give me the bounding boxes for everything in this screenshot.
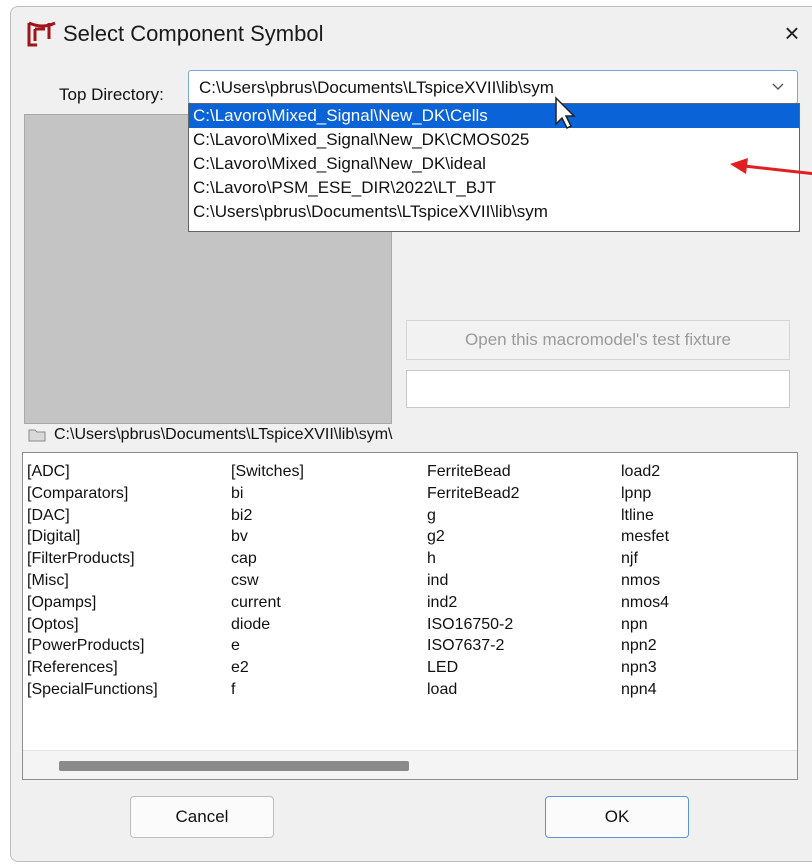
dropdown-option-cells[interactable]: C:\Lavoro\Mixed_Signal\New_DK\Cells xyxy=(189,104,799,128)
list-item[interactable]: [Misc] xyxy=(27,570,158,592)
list-item[interactable]: npn3 xyxy=(621,657,669,679)
list-item[interactable]: cap xyxy=(231,548,304,570)
close-icon[interactable]: × xyxy=(778,17,806,49)
list-item[interactable]: ind xyxy=(427,570,520,592)
file-list-column-2: [Switches] bi bi2 bv cap csw current dio… xyxy=(231,461,304,701)
file-list-column-3: FerriteBead FerriteBead2 g g2 h ind ind2… xyxy=(427,461,520,701)
list-item[interactable]: [SpecialFunctions] xyxy=(27,679,158,701)
ok-button[interactable]: OK xyxy=(545,796,689,838)
list-item[interactable]: g xyxy=(427,505,520,527)
list-item[interactable]: load xyxy=(427,679,520,701)
list-item[interactable]: diode xyxy=(231,614,304,636)
symbol-description-box xyxy=(406,370,790,408)
current-path: C:\Users\pbrus\Documents\LTspiceXVII\lib… xyxy=(28,426,392,444)
list-item[interactable]: npn2 xyxy=(621,635,669,657)
list-item[interactable]: [Optos] xyxy=(27,614,158,636)
top-directory-select[interactable]: C:\Users\pbrus\Documents\LTspiceXVII\lib… xyxy=(188,70,798,104)
list-item[interactable]: h xyxy=(427,548,520,570)
folder-icon xyxy=(28,429,46,442)
list-item[interactable]: [Digital] xyxy=(27,526,158,548)
file-list-column-1: [ADC] [Comparators] [DAC] [Digital] [Fil… xyxy=(27,461,158,701)
list-item[interactable]: f xyxy=(231,679,304,701)
list-item[interactable]: load2 xyxy=(621,461,669,483)
list-item[interactable]: ind2 xyxy=(427,592,520,614)
title-bar: Select Component Symbol × xyxy=(11,7,812,61)
ltspice-app-icon xyxy=(27,21,56,47)
list-item[interactable]: [Comparators] xyxy=(27,483,158,505)
list-item[interactable]: [FilterProducts] xyxy=(27,548,158,570)
list-item[interactable]: bi xyxy=(231,483,304,505)
mouse-cursor-icon xyxy=(555,96,576,130)
list-item[interactable]: LED xyxy=(427,657,520,679)
list-item[interactable]: [PowerProducts] xyxy=(27,635,158,657)
list-item[interactable]: [ADC] xyxy=(27,461,158,483)
file-list-column-4: load2 lpnp ltline mesfet njf nmos nmos4 … xyxy=(621,461,669,701)
list-item[interactable]: g2 xyxy=(427,526,520,548)
list-item[interactable]: [Opamps] xyxy=(27,592,158,614)
list-item[interactable]: e xyxy=(231,635,304,657)
chevron-down-icon[interactable] xyxy=(771,79,785,93)
list-item[interactable]: csw xyxy=(231,570,304,592)
list-item[interactable]: bv xyxy=(231,526,304,548)
dropdown-option-sym[interactable]: C:\Users\pbrus\Documents\LTspiceXVII\lib… xyxy=(189,200,799,224)
list-item[interactable]: npn xyxy=(621,614,669,636)
list-item[interactable]: [DAC] xyxy=(27,505,158,527)
open-test-fixture-button[interactable]: Open this macromodel's test fixture xyxy=(406,320,790,360)
list-item[interactable]: e2 xyxy=(231,657,304,679)
list-item[interactable]: npn4 xyxy=(621,679,669,701)
top-directory-dropdown-list: C:\Lavoro\Mixed_Signal\New_DK\Cells C:\L… xyxy=(188,103,800,232)
window-title: Select Component Symbol xyxy=(63,21,324,46)
cancel-button[interactable]: Cancel xyxy=(130,796,274,838)
list-item[interactable]: njf xyxy=(621,548,669,570)
list-item[interactable]: mesfet xyxy=(621,526,669,548)
current-path-text: C:\Users\pbrus\Documents\LTspiceXVII\lib… xyxy=(54,426,393,443)
red-arrow-annotation xyxy=(730,158,812,176)
list-item[interactable]: current xyxy=(231,592,304,614)
scrollbar-thumb[interactable] xyxy=(59,761,409,771)
list-item[interactable]: [Switches] xyxy=(231,461,304,483)
symbol-file-list[interactable]: [ADC] [Comparators] [DAC] [Digital] [Fil… xyxy=(22,452,798,780)
list-item[interactable]: FerriteBead xyxy=(427,461,520,483)
top-directory-value: C:\Users\pbrus\Documents\LTspiceXVII\lib… xyxy=(199,78,554,97)
list-item[interactable]: [References] xyxy=(27,657,158,679)
dropdown-option-lt-bjt[interactable]: C:\Lavoro\PSM_ESE_DIR\2022\LT_BJT xyxy=(189,176,799,200)
dropdown-option-ideal[interactable]: C:\Lavoro\Mixed_Signal\New_DK\ideal xyxy=(189,152,799,176)
list-item[interactable]: nmos4 xyxy=(621,592,669,614)
horizontal-scrollbar[interactable] xyxy=(23,750,797,779)
list-item[interactable]: nmos xyxy=(621,570,669,592)
top-directory-label: Top Directory: xyxy=(59,85,164,104)
list-item[interactable]: ltline xyxy=(621,505,669,527)
list-item[interactable]: bi2 xyxy=(231,505,304,527)
list-item[interactable]: ISO7637-2 xyxy=(427,635,520,657)
list-item[interactable]: FerriteBead2 xyxy=(427,483,520,505)
list-item[interactable]: lpnp xyxy=(621,483,669,505)
dropdown-option-cmos025[interactable]: C:\Lavoro\Mixed_Signal\New_DK\CMOS025 xyxy=(189,128,799,152)
list-item[interactable]: ISO16750-2 xyxy=(427,614,520,636)
